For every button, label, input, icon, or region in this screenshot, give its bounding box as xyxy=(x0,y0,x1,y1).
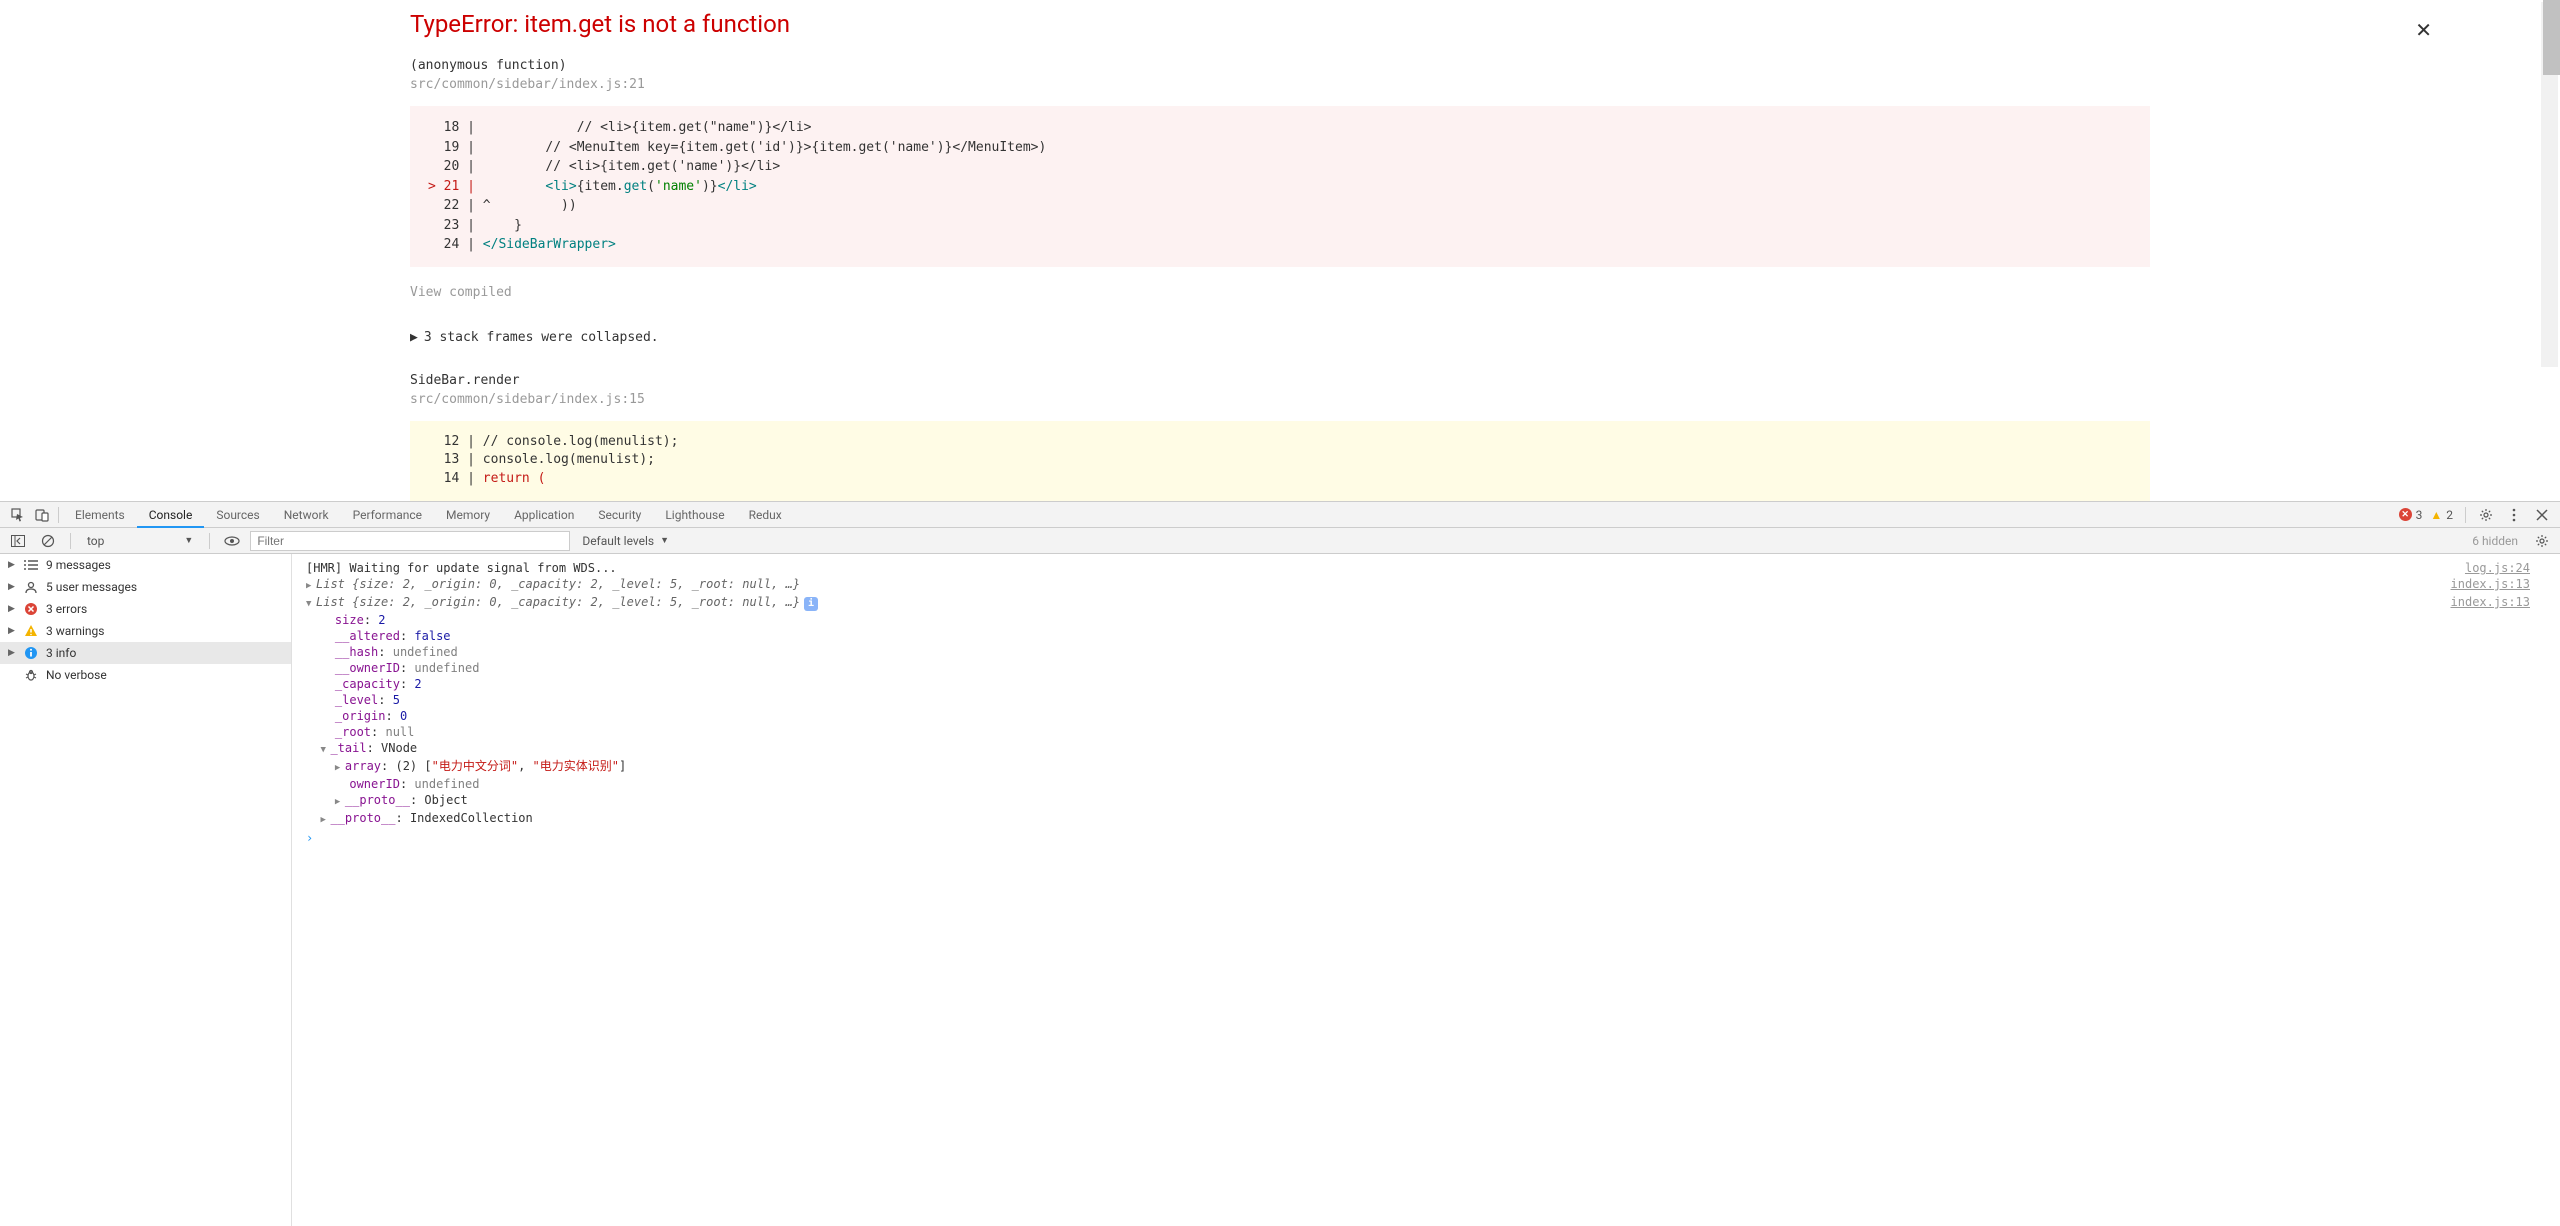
console-prop-expanded[interactable]: ▼_tail: VNode xyxy=(292,740,2560,758)
settings-icon[interactable] xyxy=(2478,507,2494,523)
stack-frame-function: (anonymous function) xyxy=(410,58,2150,73)
error-title: TypeError: item.get is not a function xyxy=(410,10,2150,38)
source-link[interactable]: log.js:24 xyxy=(2465,560,2530,576)
sidebar-item-user-messages[interactable]: ▶ 5 user messages xyxy=(0,576,291,598)
sidebar-item-messages[interactable]: ▶ 9 messages xyxy=(0,554,291,576)
error-badge-icon[interactable]: ✕ xyxy=(2399,508,2412,521)
info-icon xyxy=(24,646,38,660)
warning-icon xyxy=(24,624,38,638)
stack-frame-source[interactable]: src/common/sidebar/index.js:21 xyxy=(410,77,2150,92)
console-output: [HMR] Waiting for update signal from WDS… xyxy=(292,554,2560,1226)
close-icon[interactable]: ✕ xyxy=(2415,18,2432,42)
info-badge-icon[interactable]: i xyxy=(804,597,818,611)
source-link[interactable]: index.js:13 xyxy=(2451,594,2530,612)
console-object-expanded[interactable]: ▼List {size: 2, _origin: 0, _capacity: 2… xyxy=(292,594,2560,612)
context-selector[interactable]: top▼ xyxy=(81,531,199,551)
console-prop-collapsed[interactable]: ▶array: (2) ["电力中文分词", "电力实体识别"] xyxy=(292,758,2560,776)
hidden-count[interactable]: 6 hidden xyxy=(2466,534,2524,548)
close-devtools-icon[interactable] xyxy=(2534,507,2550,523)
bug-icon xyxy=(24,668,38,682)
warning-count: 2 xyxy=(2446,508,2453,522)
inspect-icon[interactable] xyxy=(10,507,26,523)
view-compiled-link[interactable]: View compiled xyxy=(410,285,2150,300)
source-link[interactable]: index.js:13 xyxy=(2451,576,2530,594)
console-message[interactable]: [HMR] Waiting for update signal from WDS… xyxy=(292,560,2560,576)
devtools-tabs: Elements Console Sources Network Perform… xyxy=(0,502,2560,528)
sidebar-item-errors[interactable]: ▶ 3 errors xyxy=(0,598,291,620)
console-prompt[interactable]: › xyxy=(292,828,2560,848)
list-icon xyxy=(24,558,38,572)
sidebar-item-verbose[interactable]: No verbose xyxy=(0,664,291,686)
warning-badge-icon[interactable]: ▲ xyxy=(2430,508,2442,522)
console-sidebar: ▶ 9 messages ▶ 5 user messages ▶ 3 error… xyxy=(0,554,292,1226)
stack-frame-source[interactable]: src/common/sidebar/index.js:15 xyxy=(410,392,2150,407)
tab-console[interactable]: Console xyxy=(137,502,205,528)
scrollbar-thumb[interactable] xyxy=(2543,0,2560,75)
tab-sources[interactable]: Sources xyxy=(204,502,271,528)
log-levels-selector[interactable]: Default levels▼ xyxy=(576,531,675,551)
tab-redux[interactable]: Redux xyxy=(737,502,794,528)
tab-memory[interactable]: Memory xyxy=(434,502,502,528)
tab-lighthouse[interactable]: Lighthouse xyxy=(653,502,736,528)
sidebar-item-warnings[interactable]: ▶ 3 warnings xyxy=(0,620,291,642)
tab-performance[interactable]: Performance xyxy=(341,502,434,528)
collapsed-frames-toggle[interactable]: ▶3 stack frames were collapsed. xyxy=(410,330,2150,345)
code-snippet-error: 18 | // <li>{item.get("name")}</li> 19 |… xyxy=(410,106,2150,267)
devtools-panel: Elements Console Sources Network Perform… xyxy=(0,501,2560,1226)
stack-frame-function: SideBar.render xyxy=(410,373,2150,388)
tab-elements[interactable]: Elements xyxy=(63,502,137,528)
device-toggle-icon[interactable] xyxy=(34,507,50,523)
tab-network[interactable]: Network xyxy=(272,502,341,528)
clear-console-icon[interactable] xyxy=(40,533,56,549)
console-prop-collapsed[interactable]: ▶__proto__: IndexedCollection xyxy=(292,810,2560,828)
sidebar-item-info[interactable]: ▶ 3 info xyxy=(0,642,291,664)
live-expression-icon[interactable] xyxy=(224,533,240,549)
filter-input[interactable] xyxy=(250,531,570,551)
user-icon xyxy=(24,580,38,594)
code-snippet-context: 12 | // console.log(menulist); 13 | cons… xyxy=(410,421,2150,502)
console-settings-icon[interactable] xyxy=(2534,533,2550,549)
error-icon xyxy=(24,602,38,616)
console-object[interactable]: ▶List {size: 2, _origin: 0, _capacity: 2… xyxy=(292,576,2560,594)
tab-application[interactable]: Application xyxy=(502,502,586,528)
console-prop-collapsed[interactable]: ▶__proto__: Object xyxy=(292,792,2560,810)
console-toolbar: top▼ Default levels▼ 6 hidden xyxy=(0,528,2560,554)
sidebar-toggle-icon[interactable] xyxy=(10,533,26,549)
error-count: 3 xyxy=(2416,508,2423,522)
more-icon[interactable] xyxy=(2506,507,2522,523)
tab-security[interactable]: Security xyxy=(586,502,653,528)
